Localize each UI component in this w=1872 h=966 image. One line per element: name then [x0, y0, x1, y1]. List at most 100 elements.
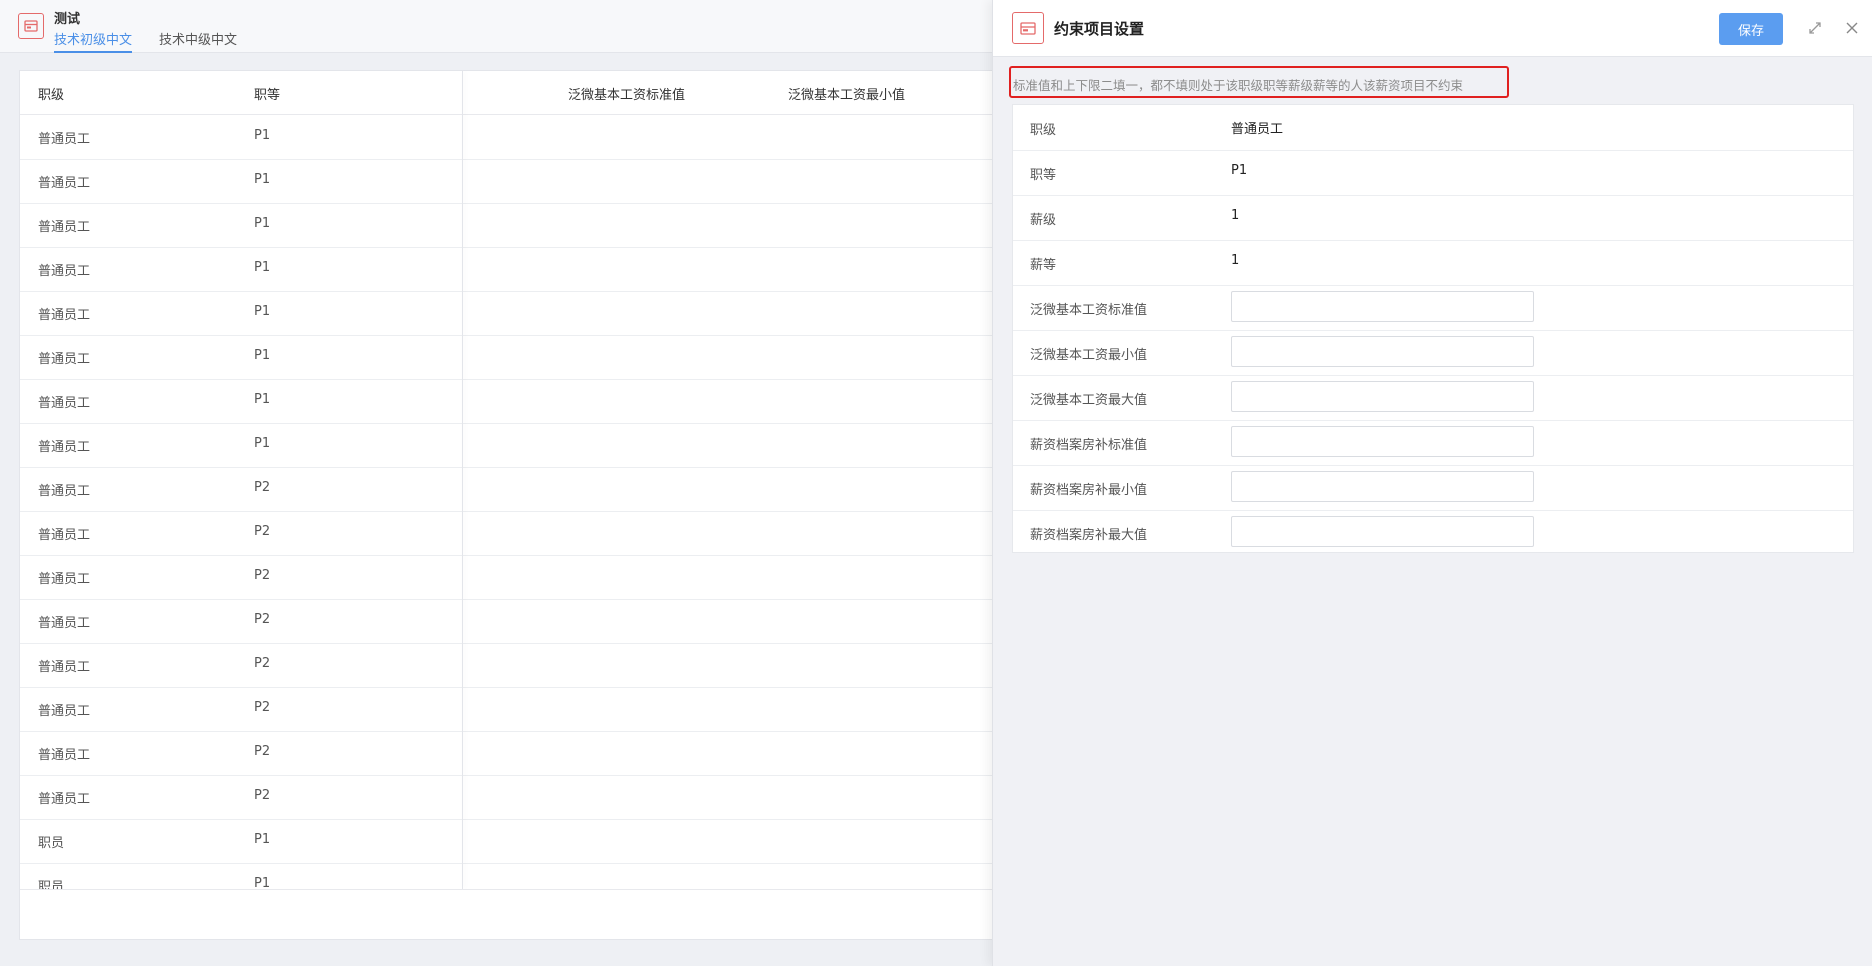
form-row-base-salary-min: 泛微基本工资最小值 [1013, 330, 1853, 376]
cell-rank: P1 [254, 348, 271, 363]
cell-grade: 普通员工 [38, 616, 91, 631]
table-row[interactable]: 职员 P1 [20, 863, 1018, 889]
column-header-rank[interactable]: 职等 [254, 84, 280, 103]
table-row[interactable]: 普通员工 P2 [20, 555, 1018, 600]
cell-grade: 普通员工 [38, 308, 91, 323]
base-salary-max-input[interactable] [1231, 381, 1534, 412]
cell-grade: 普通员工 [38, 660, 91, 675]
table-footer-divider [20, 889, 1018, 890]
table-row[interactable]: 普通员工 P2 [20, 775, 1018, 820]
table-row[interactable]: 普通员工 P2 [20, 731, 1018, 776]
cell-grade: 普通员工 [38, 132, 91, 147]
table-row[interactable]: 普通员工 P1 [20, 335, 1018, 380]
cell-rank: P2 [254, 744, 271, 759]
cell-grade: 普通员工 [38, 352, 91, 367]
field-label: 薪等 [1030, 258, 1057, 273]
column-header-grade[interactable]: 职级 [38, 84, 64, 103]
cell-rank: P1 [254, 172, 271, 187]
cell-rank: P2 [254, 480, 271, 495]
field-value: P1 [1231, 163, 1248, 178]
field-label: 职级 [1030, 123, 1057, 138]
cell-rank: P1 [254, 832, 271, 847]
field-label: 薪级 [1030, 213, 1057, 228]
cell-grade: 普通员工 [38, 748, 91, 763]
field-label: 泛微基本工资最大值 [1030, 393, 1148, 408]
table-row[interactable]: 普通员工 P2 [20, 599, 1018, 644]
table-body: 普通员工 P1 普通员工 P1 普通员工 P1 普通员工 P1 普通员工 P1 普通员工 P1 普通员工… [20, 115, 1018, 889]
drawer-header: 约束项目设置 保存 [993, 0, 1872, 57]
housing-allowance-max-input[interactable] [1231, 516, 1534, 547]
table-row[interactable]: 普通员工 P1 [20, 423, 1018, 468]
fixed-column-divider [462, 71, 463, 889]
table-row[interactable]: 普通员工 P2 [20, 467, 1018, 512]
table-row[interactable]: 普通员工 P2 [20, 511, 1018, 556]
table-row[interactable]: 普通员工 P1 [20, 203, 1018, 248]
salary-table: 职级 职等 泛微基本工资标准值 泛微基本工资最小值 普通员工 P1 普通员工 P1 普通… [19, 70, 1019, 940]
housing-allowance-standard-input[interactable] [1231, 426, 1534, 457]
tab-junior-tech[interactable]: 技术初级中文 [54, 29, 133, 53]
cell-grade: 普通员工 [38, 484, 91, 499]
cell-grade: 普通员工 [38, 572, 91, 587]
cell-rank: P1 [254, 304, 271, 319]
form-row-rank: 职等 P1 [1013, 150, 1853, 196]
field-label: 薪资档案房补最小值 [1030, 483, 1148, 498]
tab-intermediate-tech[interactable]: 技术中级中文 [159, 29, 237, 51]
form-row-salary-level: 薪级 1 [1013, 195, 1853, 241]
table-row[interactable]: 普通员工 P1 [20, 379, 1018, 424]
table-row[interactable]: 职员 P1 [20, 819, 1018, 864]
cell-grade: 普通员工 [38, 792, 91, 807]
save-button[interactable]: 保存 [1719, 13, 1783, 45]
field-label: 泛微基本工资最小值 [1030, 348, 1148, 363]
table-row[interactable]: 普通员工 P1 [20, 159, 1018, 204]
field-label: 泛微基本工资标准值 [1030, 303, 1148, 318]
expand-icon[interactable] [1807, 20, 1823, 36]
field-value: 1 [1231, 253, 1240, 268]
cell-grade: 普通员工 [38, 396, 91, 411]
field-value: 1 [1231, 208, 1240, 223]
close-icon[interactable] [1844, 20, 1860, 36]
column-header-base-salary-min[interactable]: 泛微基本工资最小值 [788, 84, 905, 103]
housing-allowance-min-input[interactable] [1231, 471, 1534, 502]
cell-grade: 普通员工 [38, 220, 91, 235]
field-label: 薪资档案房补最大值 [1030, 528, 1148, 543]
cell-rank: P1 [254, 216, 271, 231]
cell-rank: P2 [254, 612, 271, 627]
cell-rank: P1 [254, 260, 271, 275]
form-row-base-salary-max: 泛微基本工资最大值 [1013, 375, 1853, 421]
drawer-title: 约束项目设置 [1054, 20, 1145, 38]
constraint-form: 职级 普通员工 职等 P1 薪级 1 薪等 1 泛微基本工资标准值 泛微基本工资… [1012, 104, 1854, 553]
field-value: 普通员工 [1231, 122, 1284, 137]
cell-grade: 普通员工 [38, 440, 91, 455]
cell-rank: P1 [254, 436, 271, 451]
cell-rank: P1 [254, 392, 271, 407]
table-row[interactable]: 普通员工 P2 [20, 687, 1018, 732]
base-salary-min-input[interactable] [1231, 336, 1534, 367]
cell-rank: P2 [254, 656, 271, 671]
cell-rank: P2 [254, 568, 271, 583]
cell-grade: 普通员工 [38, 528, 91, 543]
cell-grade: 职员 [38, 836, 65, 851]
cell-grade: 职员 [38, 880, 65, 889]
cell-rank: P2 [254, 524, 271, 539]
table-header: 职级 职等 泛微基本工资标准值 泛微基本工资最小值 [20, 71, 1018, 115]
cell-grade: 普通员工 [38, 176, 91, 191]
table-row[interactable]: 普通员工 P1 [20, 291, 1018, 336]
column-header-base-salary-standard[interactable]: 泛微基本工资标准值 [568, 84, 685, 103]
table-row[interactable]: 普通员工 P1 [20, 115, 1018, 160]
table-row[interactable]: 普通员工 P1 [20, 247, 1018, 292]
cell-rank: P2 [254, 788, 271, 803]
field-label: 职等 [1030, 168, 1057, 183]
cell-grade: 普通员工 [38, 264, 91, 279]
form-row-salary-grade: 薪等 1 [1013, 240, 1853, 286]
app-title: 测试 [54, 12, 81, 27]
cell-rank: P1 [254, 128, 271, 143]
table-row[interactable]: 普通员工 P2 [20, 643, 1018, 688]
cell-grade: 普通员工 [38, 704, 91, 719]
form-icon [18, 13, 44, 39]
form-row-housing-max: 薪资档案房补最大值 [1013, 510, 1853, 555]
constraint-settings-drawer: 约束项目设置 保存 标准值和上下限二填一，都不填则处于该职级职等薪级薪等的人该薪… [992, 0, 1872, 966]
form-row-housing-standard: 薪资档案房补标准值 [1013, 420, 1853, 466]
base-salary-standard-input[interactable] [1231, 291, 1534, 322]
cell-rank: P1 [254, 876, 271, 889]
cell-rank: P2 [254, 700, 271, 715]
